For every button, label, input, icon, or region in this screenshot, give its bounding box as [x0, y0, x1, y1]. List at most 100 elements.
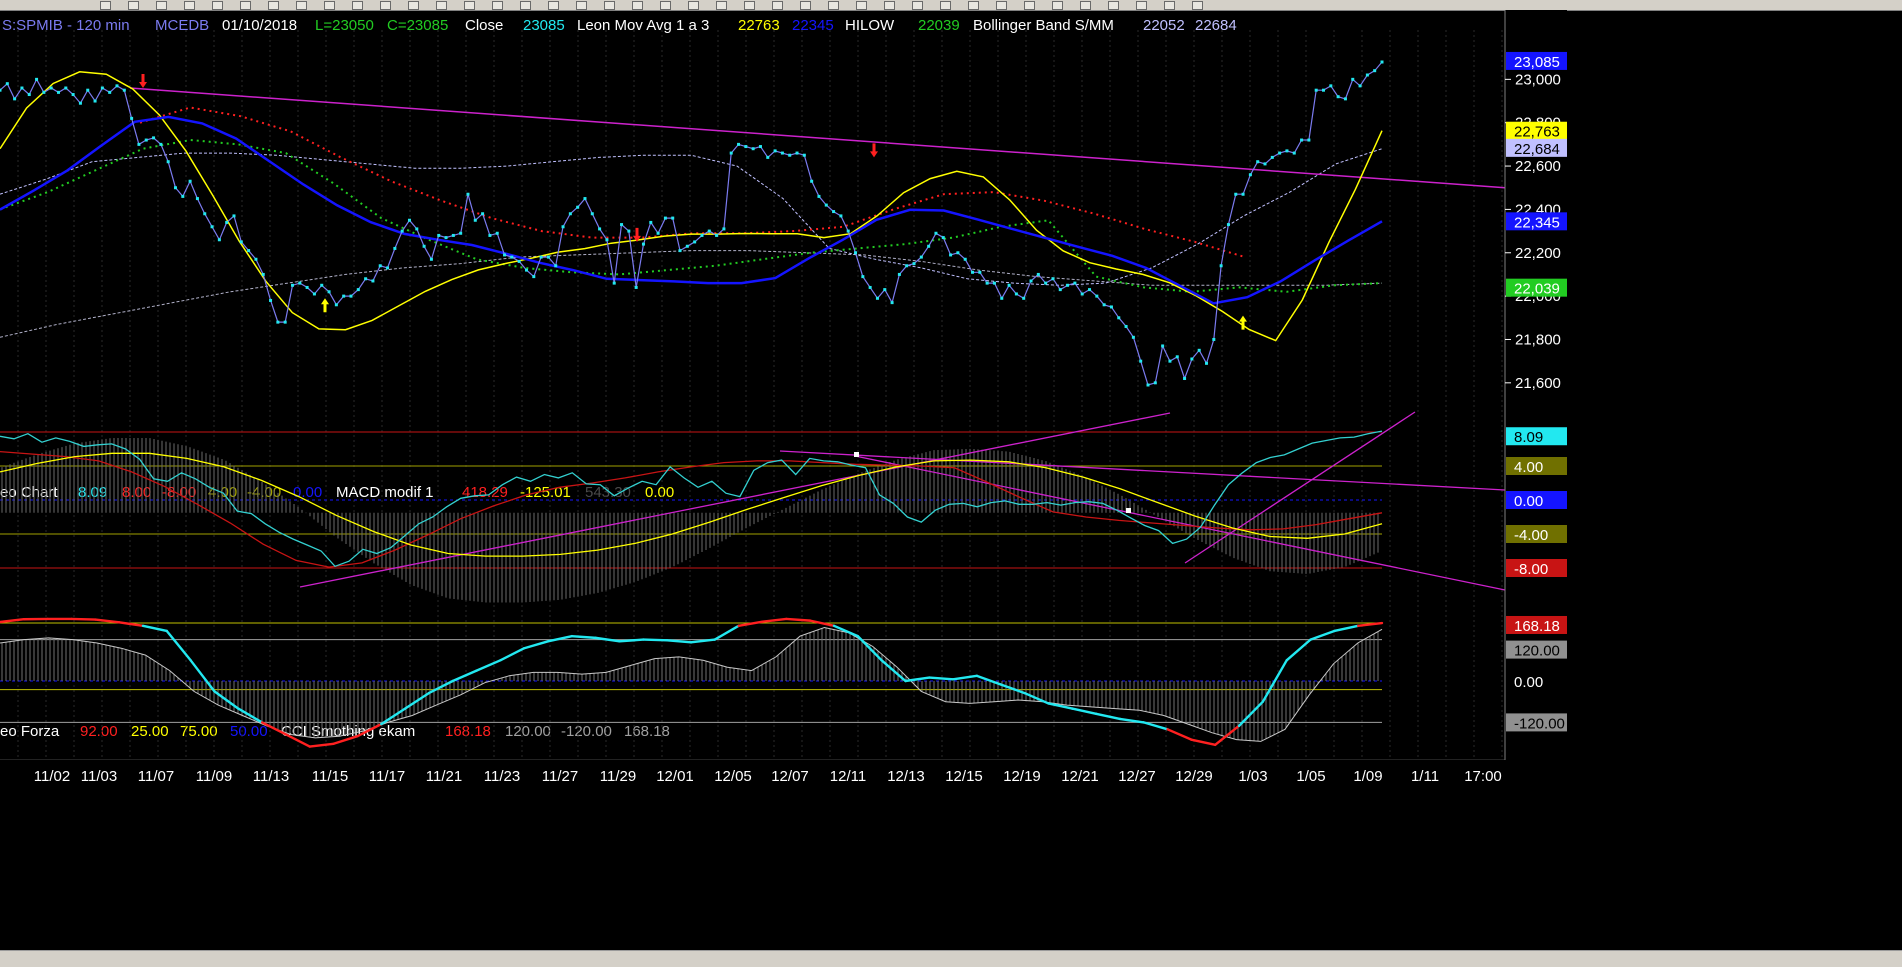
cci-line-segment: [453, 671, 477, 681]
price-point: [218, 238, 221, 241]
date-tick-label: 11/07: [138, 768, 174, 785]
toolbar-button[interactable]: [884, 1, 895, 10]
price-point: [386, 266, 389, 269]
price-point: [123, 89, 126, 92]
bollinger-label: Bollinger Band S/MM: [973, 17, 1114, 34]
price-point: [518, 260, 521, 263]
price-point: [232, 214, 235, 217]
value-box-label: 120.00: [1514, 643, 1560, 660]
date-tick-label: 12/07: [771, 768, 809, 785]
price-point: [1030, 279, 1033, 282]
toolbar-button[interactable]: [996, 1, 1007, 10]
toolbar-button[interactable]: [436, 1, 447, 10]
price-point: [474, 219, 477, 222]
price-point: [540, 256, 543, 259]
toolbar-button[interactable]: [688, 1, 699, 10]
toolbar-button[interactable]: [604, 1, 615, 10]
price-point: [1359, 84, 1362, 87]
source-label: MCEDB: [155, 17, 209, 34]
price-point: [949, 253, 952, 256]
toolbar-button[interactable]: [856, 1, 867, 10]
date-tick-label: 12/15: [945, 768, 983, 785]
price-point: [174, 186, 177, 189]
price-point: [101, 87, 104, 90]
toolbar-button[interactable]: [464, 1, 475, 10]
value-box-label: -120.00: [1514, 715, 1565, 732]
toolbar-button[interactable]: [1192, 1, 1203, 10]
price-point: [1008, 284, 1011, 287]
toolbar-button[interactable]: [380, 1, 391, 10]
cci-line-segment: [715, 626, 739, 640]
toolbar-button[interactable]: [800, 1, 811, 10]
date-tick-label: 11/29: [600, 768, 636, 785]
toolbar-button[interactable]: [828, 1, 839, 10]
toolbar-button[interactable]: [240, 1, 251, 10]
price-point: [598, 227, 601, 230]
toolbar-button[interactable]: [716, 1, 727, 10]
price-tick-label: 22,600: [1515, 158, 1561, 175]
trend-line: [130, 88, 1505, 188]
toolbar-button[interactable]: [744, 1, 755, 10]
toolbar-button[interactable]: [492, 1, 503, 10]
oscillator-header: eo Chart 8.09 8.00 -8.00 4.00 -4.00 0.00…: [0, 484, 674, 501]
price-point: [320, 284, 323, 287]
toolbar-button[interactable]: [212, 1, 223, 10]
price-point: [781, 152, 784, 155]
price-point: [869, 286, 872, 289]
price-point: [956, 251, 959, 254]
date-axis[interactable]: 11/0211/0311/0711/0911/1311/1511/1711/21…: [0, 760, 1567, 785]
toolbar-button[interactable]: [296, 1, 307, 10]
toolbar-button[interactable]: [940, 1, 951, 10]
toolbar-button[interactable]: [408, 1, 419, 10]
toolbar-button[interactable]: [576, 1, 587, 10]
price-tick-label: 21,800: [1515, 331, 1561, 348]
price-point: [891, 301, 894, 304]
price-point: [6, 82, 9, 85]
toolbar-button[interactable]: [156, 1, 167, 10]
price-line: [0, 62, 1382, 385]
price-point: [1315, 89, 1318, 92]
price-point: [1293, 152, 1296, 155]
cci-line-segment: [1096, 714, 1120, 719]
hilow-value: 22039: [918, 17, 960, 34]
toolbar-button[interactable]: [1024, 1, 1035, 10]
toolbar-button[interactable]: [352, 1, 363, 10]
forza-value-4: 50.00: [230, 723, 268, 740]
toolbar-button[interactable]: [1052, 1, 1063, 10]
toolbar-button[interactable]: [632, 1, 643, 10]
toolbar-button[interactable]: [1136, 1, 1147, 10]
price-point: [196, 197, 199, 200]
price-point: [1242, 193, 1245, 196]
macd-value-3: 543.30: [585, 484, 631, 501]
toolbar-button[interactable]: [520, 1, 531, 10]
toolbar-button[interactable]: [660, 1, 671, 10]
toolbar-button[interactable]: [548, 1, 559, 10]
toolbar-button[interactable]: [184, 1, 195, 10]
price-point: [79, 102, 82, 105]
chart-area: S:SPMIB - 120 min MCEDB 01/10/2018 L=230…: [0, 10, 1902, 950]
toolbar-button[interactable]: [912, 1, 923, 10]
toolbar-button[interactable]: [1080, 1, 1091, 10]
date-tick-label: 12/13: [887, 768, 925, 785]
toolbar-button[interactable]: [1164, 1, 1175, 10]
price-point: [1205, 362, 1208, 365]
toolbar-button[interactable]: [772, 1, 783, 10]
toolbar-button[interactable]: [324, 1, 335, 10]
price-point: [328, 290, 331, 293]
cci-line-segment: [1025, 693, 1049, 703]
price-point: [0, 89, 2, 92]
toolbar-button[interactable]: [128, 1, 139, 10]
toolbar-button[interactable]: [968, 1, 979, 10]
price-point: [942, 236, 945, 239]
toolbar-button[interactable]: [1108, 1, 1119, 10]
price-point: [445, 236, 448, 239]
price-point: [671, 217, 674, 220]
price-point: [371, 279, 374, 282]
price-point: [605, 238, 608, 241]
toolbar-button[interactable]: [268, 1, 279, 10]
price-point: [503, 253, 506, 256]
price-axis[interactable]: 23,00022,80022,60022,40022,20022,00021,8…: [1505, 10, 1567, 760]
toolbar-button[interactable]: [100, 1, 111, 10]
price-point: [20, 87, 23, 90]
cci-line-segment: [1334, 626, 1358, 631]
